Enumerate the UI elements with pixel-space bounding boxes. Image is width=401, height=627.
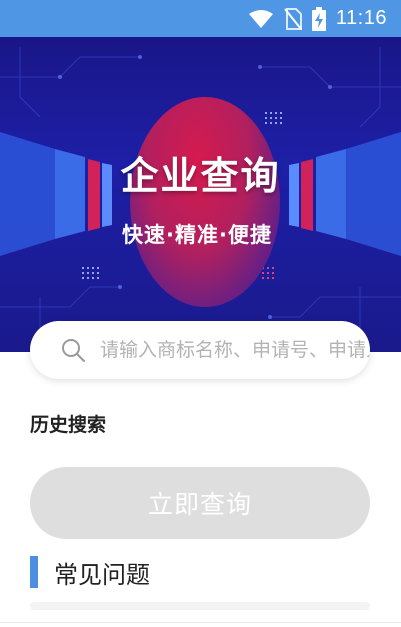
clock: 11:16 [335,7,387,29]
faq-list-placeholder [30,602,370,610]
search-icon[interactable] [60,337,86,363]
banner-title: 企业查询 [120,154,281,198]
no-sim-icon [284,7,302,30]
faq-header: 常见问题 [30,555,150,589]
banner-circle [130,97,280,307]
wifi-icon [248,9,273,28]
query-button[interactable]: 立即查询 [30,467,370,539]
battery-charging-icon [311,6,326,31]
faq-title: 常见问题 [54,560,150,589]
banner-subtitle: 快速·精准·便捷 [122,223,272,247]
banner: 企业查询 快速·精准·便捷 [0,37,401,352]
search-bar[interactable] [30,321,370,379]
divider [0,622,401,623]
status-bar: 11:16 [0,0,401,37]
history-title: 历史搜索 [30,414,107,436]
faq-accent-bar [30,556,38,588]
search-input[interactable] [100,339,370,361]
